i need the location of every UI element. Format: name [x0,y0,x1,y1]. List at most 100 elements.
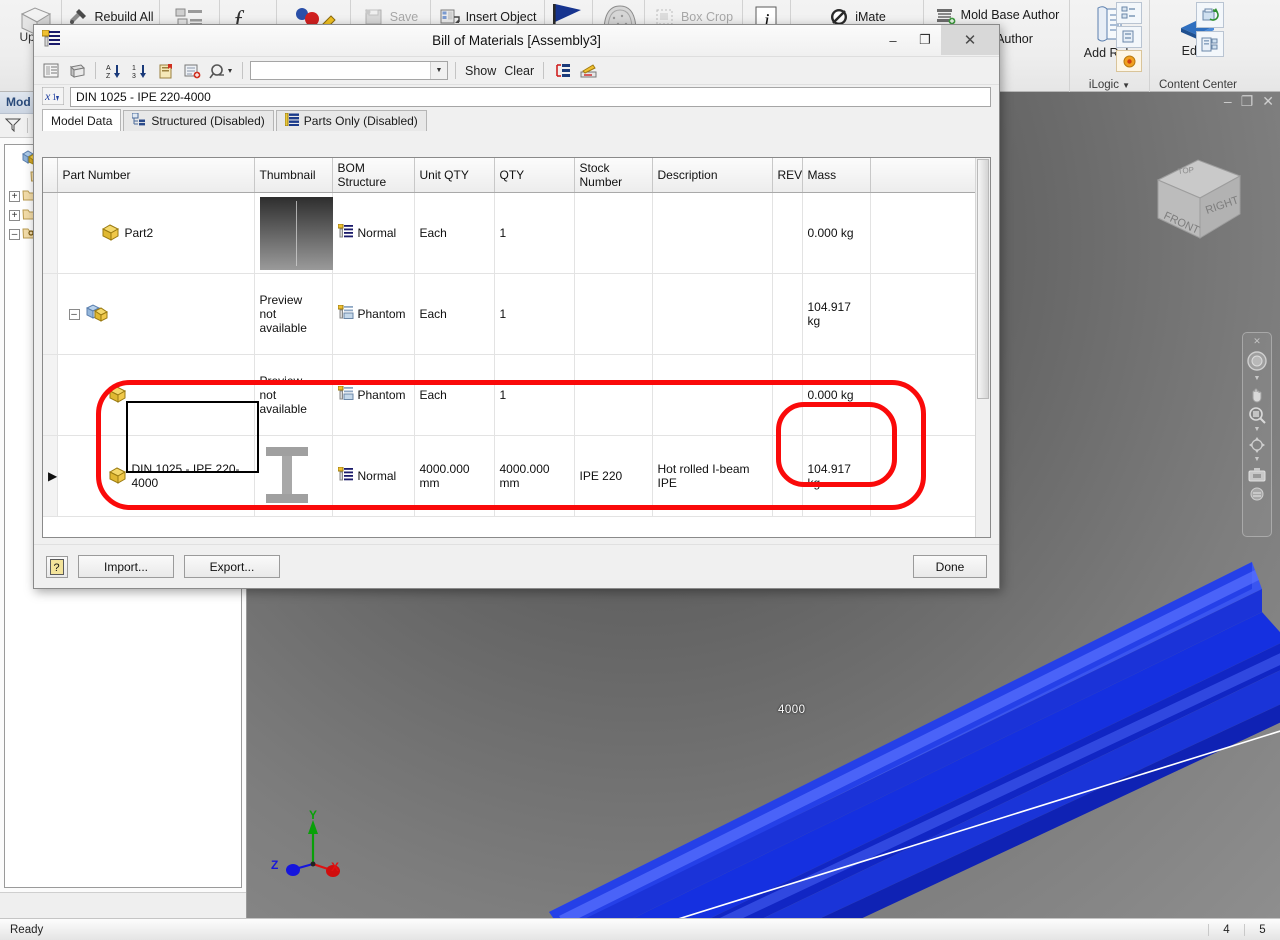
cell-thumbnail [254,435,333,517]
chevron-down-icon[interactable]: ▼ [430,62,447,79]
cell-rev[interactable] [772,273,803,355]
ilogic-browser-icon[interactable] [1116,2,1142,24]
cell-part-number[interactable]: DIN 1025 - IPE 220-4000 [57,435,255,517]
dialog-tabs[interactable]: Model Data Structured (Disabled) Parts O… [34,109,999,131]
col-mass[interactable]: Mass [802,158,871,193]
expander-icon[interactable]: + [9,210,20,221]
cell-rev[interactable] [772,354,803,436]
insert-custom-icon[interactable] [181,61,203,81]
quantity-icon[interactable]: x1 [41,86,65,108]
cell-mass[interactable]: 104.917 kg [802,273,871,355]
cell-stock-number[interactable]: IPE 220 [574,435,653,517]
filter-separator [27,118,28,133]
bom-structure-value: Normal [357,226,397,240]
browser-footer [0,892,246,918]
cell-unit-qty[interactable]: Each [414,354,495,436]
cell-description[interactable]: Hot rolled I-beam IPE [652,435,773,517]
dialog-maximize-button[interactable]: ❐ [909,25,941,55]
cell-bom-structure[interactable]: Normal [332,192,415,274]
cell-qty[interactable]: 1 [494,354,575,436]
cc-publish-icon[interactable] [1196,2,1224,28]
help-button[interactable]: ? [46,555,68,578]
expander-icon[interactable]: – [68,308,80,320]
tab-model-data[interactable]: Model Data [42,109,122,131]
cell-mass[interactable]: 104.917 kg [802,435,871,517]
cell-stock-number[interactable] [574,354,653,436]
mold-base-author-label: Mold Base Author [960,8,1060,22]
table-row[interactable]: – Preview not available Phantom Each 1 1… [43,273,981,355]
cell-rev[interactable] [772,192,803,274]
tab-structured[interactable]: Structured (Disabled) [123,110,274,131]
row-selector[interactable]: ▶ [43,435,58,517]
svg-text:?: ? [54,562,60,574]
bill-of-materials-dialog[interactable]: Bill of Materials [Assembly3] – ❐ ✕ AZ 1… [33,24,1000,589]
cell-stock-number[interactable] [574,192,653,274]
grid-scrollbar-thumb[interactable] [977,159,989,399]
path-value-input[interactable]: DIN 1025 - IPE 220-4000 [70,87,991,107]
grid-vertical-scrollbar[interactable] [975,158,990,537]
bom-structure-icon[interactable] [551,61,573,81]
expander-icon[interactable]: – [9,229,20,240]
cc-editor-icon[interactable] [1196,31,1224,57]
cell-qty[interactable]: 1 [494,192,575,274]
cell-part-number[interactable]: – [57,273,255,355]
status-message: Ready [10,923,44,936]
cell-description[interactable] [652,273,773,355]
expander-icon[interactable]: + [9,191,20,202]
tab-parts-only[interactable]: Parts Only (Disabled) [275,110,427,131]
filter-icon[interactable] [207,61,235,81]
cell-rev[interactable] [772,435,803,517]
done-button[interactable]: Done [913,555,987,578]
cell-part-number[interactable]: Part2 [57,192,255,274]
ilogic-panel-label[interactable]: iLogic ▼ [1070,79,1149,91]
filter-funnel-icon[interactable] [4,117,22,135]
row-selector[interactable] [43,354,58,436]
cell-bom-structure[interactable]: Phantom [332,354,415,436]
col-rev[interactable]: REV [772,158,803,193]
show-button[interactable]: Show [463,64,498,78]
bom-grid[interactable]: Part Number Thumbnail BOM Structure Unit… [42,157,991,538]
cell-part-number[interactable] [57,354,255,436]
cell-unit-qty[interactable]: Each [414,192,495,274]
col-blank[interactable] [870,158,981,193]
col-bom-structure[interactable]: BOM Structure [332,158,415,193]
column-chooser-icon[interactable] [577,61,599,81]
cell-unit-qty[interactable]: Each [414,273,495,355]
col-unit-qty[interactable]: Unit QTY [414,158,495,193]
col-qty[interactable]: QTY [494,158,575,193]
row-selector[interactable] [43,192,58,274]
cell-mass[interactable]: 0.000 kg [802,354,871,436]
export-button[interactable]: Export... [184,555,280,578]
cell-bom-structure[interactable]: Phantom [332,273,415,355]
ilogic-event-icon[interactable] [1116,50,1142,72]
col-description[interactable]: Description [652,158,773,193]
bom-view-properties-icon[interactable] [40,61,62,81]
table-row[interactable]: Preview not available Phantom Each 1 0.0… [43,354,981,436]
cell-mass[interactable]: 0.000 kg [802,192,871,274]
sort-descending-icon[interactable]: 13 [129,61,151,81]
clear-button[interactable]: Clear [502,64,536,78]
renumber-icon[interactable] [66,61,88,81]
cell-qty[interactable]: 4000.000 mm [494,435,575,517]
sort-ascending-icon[interactable]: AZ [103,61,125,81]
cell-stock-number[interactable] [574,273,653,355]
col-thumbnail[interactable]: Thumbnail [254,158,333,193]
dialog-close-button[interactable]: ✕ [941,25,999,55]
row-selector[interactable] [43,273,58,355]
table-row[interactable]: ▶ DIN 1025 - IPE 220-4000 Normal 4000.00… [43,435,981,517]
add-custom-part-icon[interactable] [155,61,177,81]
cell-description[interactable] [652,354,773,436]
import-button[interactable]: Import... [78,555,174,578]
dialog-minimize-button[interactable]: – [877,25,909,55]
col-part-number[interactable]: Part Number [57,158,255,193]
structured-icon [131,112,146,129]
cell-description[interactable] [652,192,773,274]
ilogic-form-icon[interactable] [1116,26,1142,48]
cell-unit-qty[interactable]: 4000.000 mm [414,435,495,517]
dialog-titlebar[interactable]: Bill of Materials [Assembly3] – ❐ ✕ [34,25,999,57]
col-stock-number[interactable]: Stock Number [574,158,653,193]
cell-qty[interactable]: 1 [494,273,575,355]
filter-dropdown[interactable]: ▼ [250,61,448,80]
table-row[interactable]: Part2 Normal Each 1 0.000 kg [43,192,981,274]
cell-bom-structure[interactable]: Normal [332,435,415,517]
